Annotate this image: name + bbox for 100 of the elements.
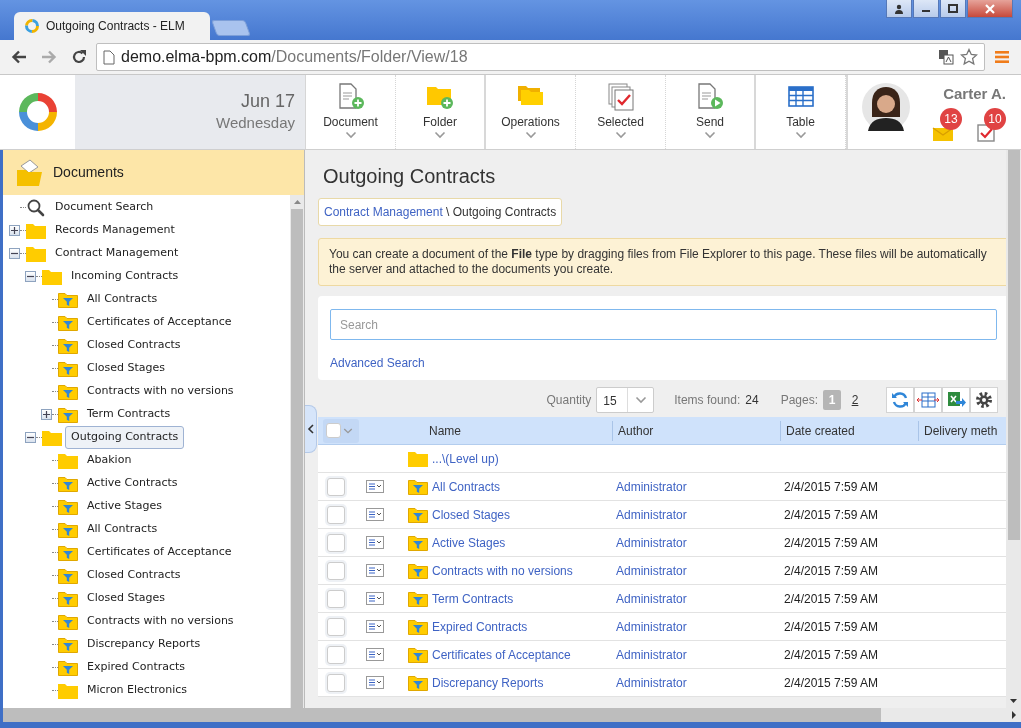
breadcrumb-link[interactable]: Contract Management [324, 205, 443, 219]
row-checkbox[interactable] [327, 477, 345, 496]
row-menu-icon[interactable] [366, 676, 384, 689]
document-link[interactable]: Contracts with no versions [432, 561, 573, 580]
tree-item[interactable]: Certificates of Acceptance [81, 311, 238, 334]
column-header[interactable]: Name [429, 421, 461, 440]
translate-icon[interactable] [938, 49, 954, 65]
tree-item[interactable]: Contract Management [49, 242, 185, 265]
maximize-icon[interactable] [948, 3, 958, 14]
search-field[interactable]: Search [330, 309, 997, 340]
row-checkbox[interactable] [327, 505, 345, 524]
author-link[interactable]: Administrator [616, 563, 687, 578]
url-text: demo.elma-bpm.com/Documents/Folder/View/18 [121, 47, 469, 67]
row-menu-icon[interactable] [366, 564, 384, 577]
author-link[interactable]: Administrator [616, 507, 687, 522]
collapse-handle[interactable] [305, 405, 317, 453]
reload-icon[interactable] [71, 49, 87, 65]
favicon-icon [24, 18, 40, 34]
tree-item[interactable]: Document Search [49, 196, 160, 219]
column-header[interactable]: Author [618, 421, 654, 440]
document-link[interactable]: Certificates of Acceptance [432, 645, 571, 664]
filter-folder-icon [408, 534, 428, 551]
author-link[interactable]: Administrator [616, 647, 687, 662]
tree-item[interactable]: Contracts with no versions [81, 380, 240, 403]
page-button[interactable]: 2 [846, 390, 864, 410]
row-menu-icon[interactable] [366, 480, 384, 493]
tree-item[interactable]: All Contracts [81, 518, 164, 541]
row-menu-icon[interactable] [366, 620, 384, 633]
tree-item[interactable]: Contracts with no versions [81, 610, 240, 633]
info-message: You can create a document of the File type by dragging files from File Explorer to this page. These files will be automatically the server and attached to the documents you create. [318, 238, 1006, 286]
column-header[interactable]: Delivery meth [924, 421, 998, 440]
browser-tab[interactable]: Outgoing Contracts - ELM [14, 12, 210, 40]
tree-item[interactable]: Active Contracts [81, 472, 184, 495]
scrollbar[interactable] [0, 708, 1021, 722]
document-link[interactable]: Term Contracts [432, 589, 514, 608]
document-link[interactable]: Closed Stages [432, 505, 511, 524]
row-checkbox[interactable] [327, 533, 345, 552]
tree-item[interactable]: Micron Electronics [81, 679, 194, 702]
settings-icon[interactable] [975, 391, 993, 409]
row-menu-icon[interactable] [366, 648, 384, 661]
table-cell: 2/4/2015 7:59 AM [784, 535, 879, 550]
avatar[interactable] [862, 83, 910, 131]
tree-item[interactable]: Incoming Contracts [65, 265, 185, 288]
scrollbar[interactable] [290, 195, 304, 708]
date-text: Jun 17 [240, 91, 295, 114]
tree-item[interactable]: Closed Stages [81, 587, 171, 610]
tree-item[interactable]: Closed Contracts [81, 334, 187, 357]
tree-item[interactable]: Closed Contracts [81, 564, 187, 587]
row-checkbox[interactable] [327, 561, 345, 580]
tree-item[interactable]: Abakion [81, 449, 138, 472]
author-link[interactable]: Administrator [616, 535, 687, 550]
back-icon[interactable] [11, 50, 27, 64]
quantity-select[interactable]: 15 [596, 387, 655, 413]
folder-icon [58, 452, 78, 469]
tree-item[interactable]: Certificates of Acceptance [81, 541, 238, 564]
author-link[interactable]: Administrator [616, 619, 687, 634]
scrollbar[interactable] [1006, 150, 1021, 708]
address-field[interactable]: demo.elma-bpm.com/Documents/Folder/View/18 [96, 43, 985, 71]
tree-item[interactable]: Expired Contracts [81, 656, 192, 679]
row-menu-icon[interactable] [366, 592, 384, 605]
close-icon[interactable] [985, 3, 995, 14]
tree-item[interactable]: Discrepancy Reports [81, 633, 207, 656]
document-link[interactable]: Expired Contracts [432, 617, 528, 636]
tree-item[interactable]: Active Stages [81, 495, 169, 518]
author-link[interactable]: Administrator [616, 591, 687, 606]
document-link[interactable]: All Contracts [432, 477, 501, 496]
caret-icon [634, 396, 647, 404]
select-all-checkbox[interactable] [323, 418, 359, 443]
level-up-link[interactable]: ...\(Level up) [432, 449, 499, 468]
advanced-search-link[interactable]: Advanced Search [330, 354, 425, 372]
caret-icon [794, 131, 807, 139]
filter-folder-icon [408, 646, 428, 663]
user-icon[interactable] [894, 3, 904, 14]
envelope-icon[interactable] [932, 125, 954, 142]
column-width-icon[interactable] [917, 391, 939, 409]
row-menu-icon[interactable] [366, 536, 384, 549]
tree-item[interactable]: Term Contracts [81, 403, 177, 426]
filter-folder-icon [58, 567, 78, 584]
filter-folder-icon [58, 659, 78, 676]
document-link[interactable]: Active Stages [432, 533, 506, 552]
tree-item[interactable]: All Contracts [81, 288, 164, 311]
author-link[interactable]: Administrator [616, 675, 687, 690]
author-link[interactable]: Administrator [616, 479, 687, 494]
row-checkbox[interactable] [327, 617, 345, 636]
tree-item[interactable]: Closed Stages [81, 357, 171, 380]
row-menu-icon[interactable] [366, 508, 384, 521]
filter-folder-icon [408, 506, 428, 523]
caret-icon [344, 131, 357, 139]
filter-folder-icon [58, 475, 78, 492]
tree-item[interactable]: Records Management [49, 219, 181, 242]
row-checkbox[interactable] [327, 645, 345, 664]
tree-item[interactable]: Outgoing Contracts [65, 426, 185, 449]
user-name[interactable]: Carter A. [943, 83, 1006, 106]
refresh-icon[interactable] [890, 390, 910, 410]
row-checkbox[interactable] [327, 589, 345, 608]
row-checkbox[interactable] [327, 673, 345, 692]
document-link[interactable]: Discrepancy Reports [432, 673, 544, 692]
star-icon[interactable] [960, 48, 978, 66]
column-header[interactable]: Date created [786, 421, 855, 440]
count-badge: 10 [984, 107, 1006, 130]
